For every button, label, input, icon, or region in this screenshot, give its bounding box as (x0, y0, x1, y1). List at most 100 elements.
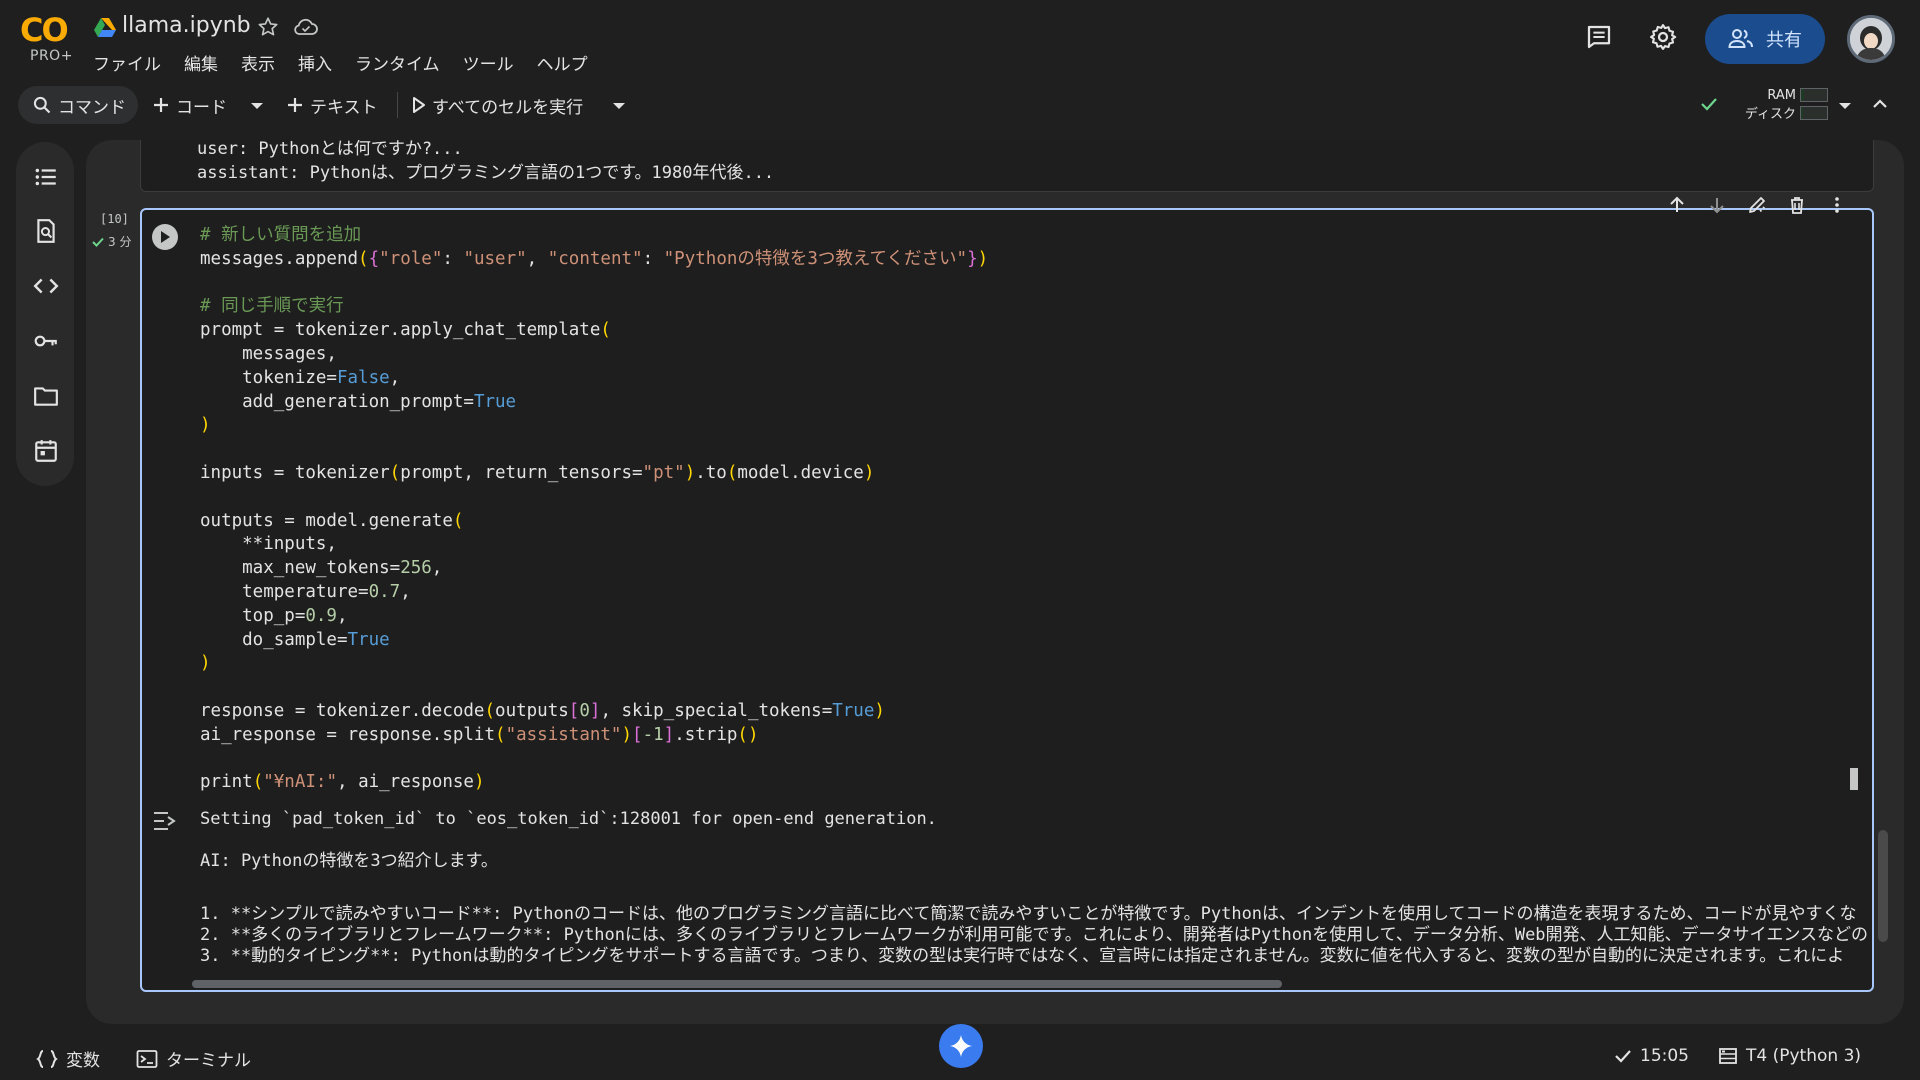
code-token: ) (977, 248, 989, 269)
more-vert-icon[interactable] (1824, 192, 1850, 218)
code-line: # 同じ手順で実行 (200, 295, 988, 319)
schedule-calendar-icon[interactable] (33, 438, 59, 464)
code-token: , (400, 581, 411, 602)
resource-dropdown-chevron-icon[interactable] (1838, 101, 1852, 111)
menu-tools[interactable]: ツール (463, 50, 524, 75)
terminal-icon (136, 1049, 158, 1069)
command-palette-button[interactable]: コマンド (18, 86, 138, 124)
code-token: : (442, 248, 464, 269)
code-token: () (737, 724, 759, 745)
menu-help[interactable]: ヘルプ (537, 50, 598, 75)
add-text-button[interactable]: テキスト (286, 90, 378, 120)
comment-icon[interactable] (1584, 22, 1616, 54)
code-token: **inputs, (200, 534, 337, 555)
variables-button[interactable]: 変数 (36, 1046, 100, 1071)
code-cell[interactable]: # 新しい質問を追加 messages.append({"role": "user… (140, 208, 1874, 992)
code-token: , (526, 248, 548, 269)
code-line: response = tokenizer.decode(outputs[0], … (200, 700, 988, 724)
find-replace-icon[interactable] (33, 218, 59, 244)
colab-logo[interactable]: CO PRO+ (20, 13, 74, 65)
code-token: 0 (579, 700, 590, 721)
code-token: ( (452, 510, 464, 531)
code-token: outputs = model.generate (200, 510, 453, 531)
output-ai-line: AI: Pythonの特徴を3つ紹介します。 (200, 851, 498, 871)
add-code-button[interactable]: コード (152, 90, 227, 120)
ram-label: RAM (1767, 88, 1796, 103)
menu-file[interactable]: ファイル (93, 50, 171, 75)
menu-view[interactable]: 表示 (241, 50, 285, 75)
table-of-contents-icon[interactable] (33, 164, 59, 190)
ram-usage-bar (1800, 88, 1828, 102)
delete-trash-icon[interactable] (1784, 192, 1810, 218)
code-token: -1 (642, 724, 664, 745)
files-folder-icon[interactable] (33, 383, 59, 409)
sparkle-icon (949, 1034, 973, 1058)
code-token: "pt" (642, 462, 685, 483)
code-line: ) (200, 652, 988, 676)
code-token: "content" (547, 248, 643, 269)
code-token: ai_response = response.split (200, 724, 496, 745)
disk-usage-bar (1800, 106, 1828, 120)
code-line: print("¥nAI:", ai_response) (200, 771, 988, 795)
code-token: ) (874, 700, 885, 721)
code-token: response = tokenizer.decode (200, 700, 485, 721)
output-list-item: 1. **シンプルで読みやすいコード**: Pythonのコードは、他のプログラ… (200, 904, 1857, 924)
output-horizontal-scrollbar[interactable] (192, 980, 1282, 988)
run-cell-button[interactable] (152, 224, 178, 250)
move-down-arrow-icon[interactable] (1704, 192, 1730, 218)
output-warning-line: Setting `pad_token_id` to `eos_token_id`… (200, 809, 937, 829)
logo-pro-label: PRO+ (30, 48, 73, 64)
run-all-button[interactable]: すべてのセルを実行 (412, 90, 583, 120)
collapse-chevron-up-icon[interactable] (1872, 97, 1888, 109)
code-token: [ (568, 700, 580, 721)
code-token: ) (621, 724, 633, 745)
share-button[interactable]: 共有 (1705, 14, 1825, 64)
search-icon (32, 95, 52, 115)
avatar[interactable] (1847, 15, 1895, 63)
code-token: } (967, 248, 978, 269)
terminal-button[interactable]: ターミナル (136, 1046, 251, 1071)
code-token: , (336, 605, 348, 626)
check-icon (1614, 1048, 1632, 1064)
notebook-title[interactable]: llama.ipynb (122, 13, 251, 38)
run-all-dropdown-chevron-icon[interactable] (612, 101, 626, 111)
gemini-button[interactable] (939, 1024, 983, 1068)
output-actions-icon[interactable] (152, 810, 178, 832)
code-editor[interactable]: # 新しい質問を追加 messages.append({"role": "user… (200, 224, 988, 795)
resource-monitor[interactable]: RAM ディスク (1726, 86, 1796, 124)
code-token: : (642, 248, 664, 269)
code-line: temperature=0.7, (200, 581, 988, 605)
output-list-item: 3. **動的タイピング**: Pythonは動的タイピングをサポートする言語で… (200, 946, 1845, 966)
code-token: 0.9 (305, 605, 337, 626)
braces-icon (36, 1049, 58, 1069)
code-token: "Pythonの特徴を3つ教えてください" (663, 248, 968, 269)
duration-label: 3 分 (108, 235, 132, 249)
variables-label: 変数 (66, 1051, 100, 1071)
menu-edit[interactable]: 編集 (184, 50, 228, 75)
code-token: , ai_response (337, 772, 474, 793)
menu-runtime[interactable]: ランタイム (355, 50, 450, 75)
code-snippets-icon[interactable] (33, 273, 59, 299)
move-up-arrow-icon[interactable] (1664, 192, 1690, 218)
code-line: tokenize=False, (200, 367, 988, 391)
code-token: { (368, 248, 380, 269)
last-saved-status[interactable]: 15:05 (1614, 1046, 1689, 1066)
edit-pencil-icon[interactable] (1744, 192, 1770, 218)
code-line: add_generation_prompt=True (200, 391, 988, 415)
notebook-area: user: Pythonとは何ですか?... assistant: Python… (86, 140, 1904, 1024)
settings-gear-icon[interactable] (1648, 22, 1680, 54)
code-token: ( (495, 724, 506, 745)
code-token: temperature= (200, 581, 369, 602)
menu-insert[interactable]: 挿入 (298, 50, 342, 75)
code-dropdown-chevron-icon[interactable] (250, 101, 264, 111)
runtime-status[interactable]: T4 (Python 3) (1718, 1046, 1861, 1066)
secrets-key-icon[interactable] (33, 328, 59, 354)
notebook-vertical-scrollbar[interactable] (1878, 830, 1888, 942)
star-icon[interactable] (257, 16, 279, 38)
code-token: prompt = tokenizer.apply_chat_template (200, 320, 601, 341)
cloud-saved-icon[interactable] (293, 16, 319, 38)
code-line: outputs = model.generate( (200, 510, 988, 534)
code-token: , (389, 367, 401, 388)
